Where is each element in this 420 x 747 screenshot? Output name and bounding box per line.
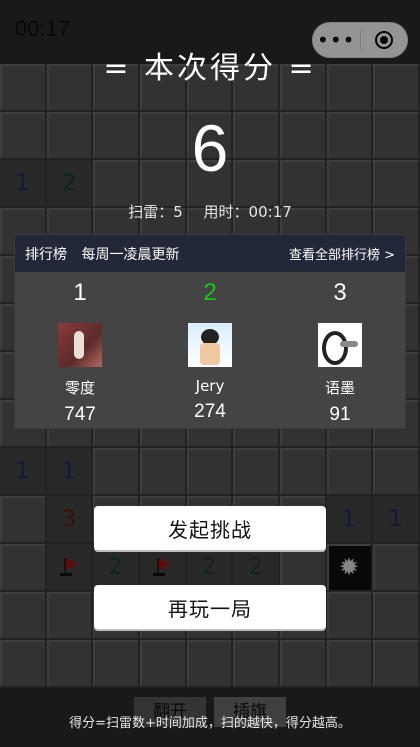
- leaderboard-panel: 排行榜 每周一凌晨更新 查看全部排行榜 > 1 零度 747 2 Jery 27…: [14, 234, 406, 429]
- player-name: 零度: [64, 379, 95, 397]
- result-title: = 本次得分 =: [103, 51, 317, 86]
- rank-number: 3: [333, 279, 347, 306]
- leaderboard-header: 排行榜 每周一凌晨更新 查看全部排行榜 >: [15, 235, 405, 272]
- score-value: 6: [191, 111, 229, 185]
- play-again-button[interactable]: 再玩一局: [94, 585, 326, 629]
- leaderboard-entry: 3 语墨 91: [275, 272, 405, 430]
- player-name: Jery: [195, 377, 225, 395]
- leaderboard-title: 排行榜: [25, 246, 67, 263]
- avatar: [58, 323, 102, 367]
- time-used: 用时：00:17: [203, 203, 292, 221]
- leaderboard-subtitle: 每周一凌晨更新: [81, 246, 180, 263]
- player-score: 747: [64, 404, 96, 425]
- leaderboard-entry: 1 零度 747: [15, 272, 145, 430]
- score-details: 扫雷：5 用时：00:17: [0, 201, 420, 222]
- view-all-leaderboard-link[interactable]: 查看全部排行榜 >: [289, 244, 395, 263]
- challenge-button[interactable]: 发起挑战: [94, 506, 326, 550]
- player-score: 274: [194, 401, 226, 422]
- leaderboard-entry: 2 Jery 274: [145, 272, 275, 430]
- player-name: 语墨: [324, 379, 355, 397]
- avatar: [188, 323, 232, 367]
- rank-number: 2: [203, 279, 217, 306]
- rank-number: 1: [73, 279, 87, 306]
- avatar: [318, 323, 362, 367]
- player-score: 91: [329, 404, 351, 425]
- scoring-hint: 得分=扫雷数+时间加成，扫的越快，得分越高。: [69, 716, 351, 731]
- mines-count: 扫雷：5: [128, 203, 183, 221]
